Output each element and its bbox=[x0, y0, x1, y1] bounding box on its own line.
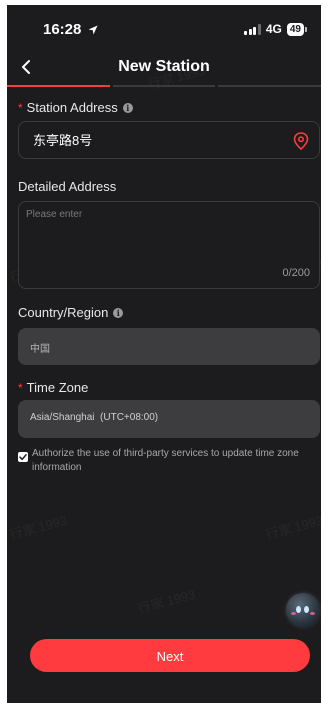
station-address-label-text: Station Address bbox=[26, 100, 118, 115]
progress-step-1 bbox=[7, 85, 110, 87]
page-title: New Station bbox=[118, 58, 210, 75]
progress-step-3 bbox=[218, 85, 321, 87]
required-asterisk: * bbox=[18, 100, 23, 115]
station-address-input[interactable] bbox=[33, 132, 283, 147]
nav-bar: New Station bbox=[7, 49, 321, 87]
detailed-address-label-text: Detailed Address bbox=[18, 179, 117, 194]
detailed-address-textarea[interactable] bbox=[26, 209, 312, 259]
status-time: 16:28 bbox=[43, 21, 98, 38]
clock: 16:28 bbox=[43, 21, 82, 38]
status-bar: 16:28 4G 49 bbox=[7, 5, 321, 49]
time-zone-field[interactable]: Asia/Shanghai (UTC+08:00) bbox=[18, 400, 320, 438]
next-button[interactable]: Next bbox=[30, 639, 310, 672]
location-pin-icon[interactable] bbox=[293, 132, 309, 150]
authorize-checkbox[interactable] bbox=[18, 452, 28, 462]
country-region-value: 中国 bbox=[30, 344, 50, 355]
signal-icon bbox=[244, 23, 261, 35]
battery-icon: 49 bbox=[286, 22, 307, 36]
time-zone-label-text: Time Zone bbox=[26, 380, 89, 395]
watermark: 行家 1993 bbox=[136, 586, 197, 617]
network-type: 4G bbox=[265, 22, 282, 36]
required-asterisk: * bbox=[18, 380, 23, 395]
country-region-label-text: Country/Region bbox=[18, 305, 109, 320]
step-progress bbox=[7, 85, 321, 87]
station-address-label: * Station Address i bbox=[18, 100, 133, 115]
detailed-address-field[interactable]: 0/200 bbox=[18, 201, 320, 289]
assistant-bubble-icon[interactable] bbox=[286, 593, 320, 627]
info-icon[interactable]: i bbox=[113, 307, 124, 318]
country-region-field[interactable]: 中国 bbox=[18, 328, 320, 365]
authorize-row[interactable]: Authorize the use of third-party service… bbox=[18, 447, 321, 475]
watermark: 行家 1993 bbox=[8, 512, 69, 543]
authorize-text: Authorize the use of third-party service… bbox=[32, 448, 299, 473]
checkmark-icon bbox=[19, 454, 27, 461]
time-zone-value: Asia/Shanghai (UTC+08:00) bbox=[30, 412, 159, 423]
detailed-address-label: Detailed Address bbox=[18, 179, 116, 194]
status-indicators: 4G 49 bbox=[244, 22, 307, 36]
battery-level: 49 bbox=[286, 22, 304, 36]
location-arrow-icon bbox=[88, 25, 98, 35]
country-region-label: Country/Region i bbox=[18, 305, 124, 320]
watermark: 行家 1993 bbox=[264, 512, 321, 543]
time-zone-label: * Time Zone bbox=[18, 380, 88, 395]
char-counter: 0/200 bbox=[282, 267, 310, 279]
progress-step-2 bbox=[112, 85, 216, 87]
app-screen: 行家 1993 行家 1993 行家 1993 行家 1993 行家 1993 … bbox=[7, 5, 321, 703]
info-icon[interactable]: i bbox=[122, 102, 133, 113]
station-address-field[interactable] bbox=[18, 121, 320, 159]
